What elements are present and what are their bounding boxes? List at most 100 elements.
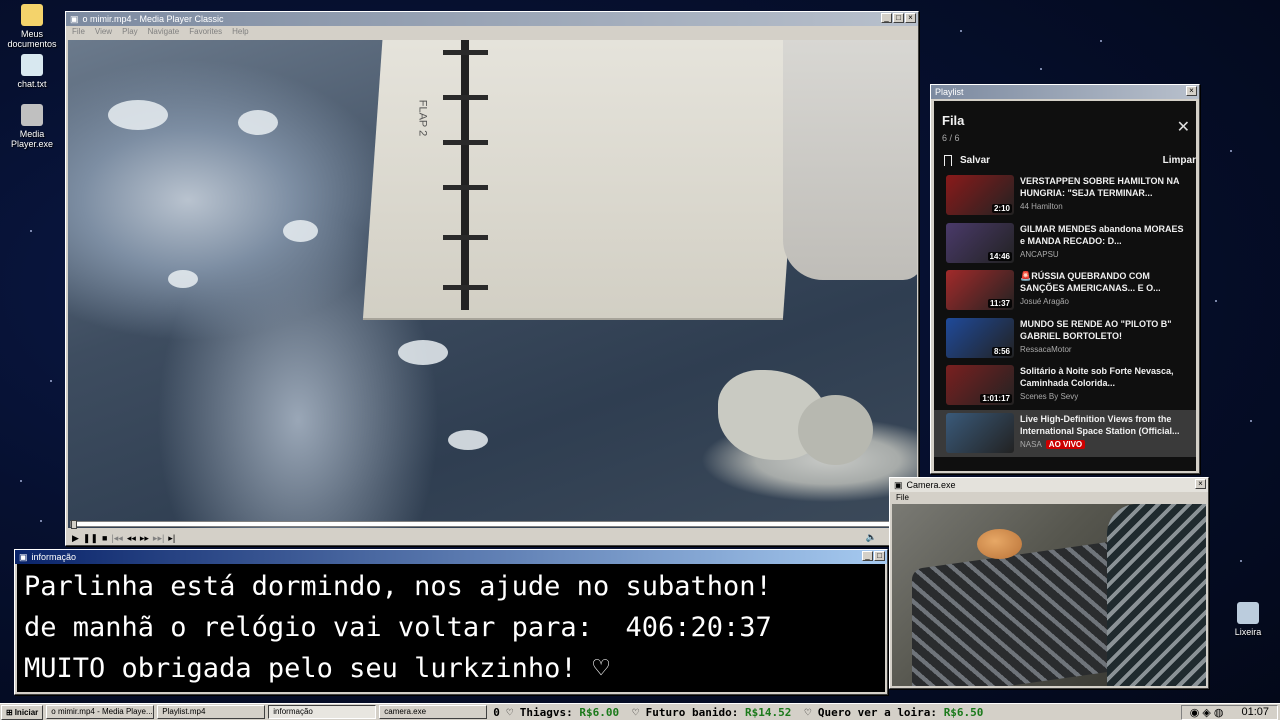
camera-titlebar[interactable]: ▣ Camera.exe × xyxy=(890,478,1208,492)
info-line: Parlinha está dormindo, nos ajude no sub… xyxy=(24,571,772,602)
video-title[interactable]: Solitário à Noite sob Forte Nevasca, Cam… xyxy=(1020,365,1188,389)
pause-icon[interactable]: ❚❚ xyxy=(83,533,98,544)
ticker-amount: R$6.00 xyxy=(579,705,620,719)
channel-name[interactable]: 44 Hamilton xyxy=(1020,202,1063,211)
desktop-icon-recycle-bin[interactable]: Lixeira xyxy=(1216,602,1280,637)
menu-play[interactable]: Play xyxy=(122,27,138,37)
folder-icon xyxy=(21,4,43,26)
menu-favorites[interactable]: Favorites xyxy=(189,27,222,37)
seek-bar[interactable] xyxy=(70,520,915,529)
channel-name[interactable]: NASA xyxy=(1020,440,1042,449)
queue-item[interactable]: 8:56 MUNDO SE RENDE AO "PILOTO B" GABRIEL… xyxy=(934,315,1196,363)
ticker-donor: Thiagvs: xyxy=(519,705,573,719)
video-thumbnail[interactable]: 11:37 xyxy=(946,270,1014,310)
menu-navigate[interactable]: Navigate xyxy=(148,27,180,37)
desktop-icon-media-player[interactable]: Media Player.exe xyxy=(0,104,64,149)
media-player-window: ▣ o mimir.mp4 - Media Player Classic _ □… xyxy=(65,11,919,546)
close-button[interactable]: × xyxy=(1186,86,1197,96)
video-thumbnail[interactable]: 1:01:17 xyxy=(946,365,1014,405)
info-titlebar[interactable]: ▣ informação _ □ xyxy=(15,550,887,564)
menu-file[interactable]: File xyxy=(72,27,85,37)
stop-icon[interactable]: ■ xyxy=(102,533,107,543)
rewind-icon[interactable]: ◂◂ xyxy=(127,533,136,544)
duration-badge: 11:37 xyxy=(987,299,1012,308)
info-message: Parlinha está dormindo, nos ajude no sub… xyxy=(17,564,885,692)
queue-item[interactable]: 14:46 GILMAR MENDES abandona MORAES e MAN… xyxy=(934,220,1196,268)
queue-item[interactable]: 2:10 VERSTAPPEN SOBRE HAMILTON NA HUNGRIA… xyxy=(934,172,1196,220)
playlist-window: Playlist × Fila 6 / 6 ✕ Salvar Limpar 2:… xyxy=(930,84,1200,474)
info-window: ▣ informação _ □ Parlinha está dormindo,… xyxy=(14,549,888,695)
video-title[interactable]: GILMAR MENDES abandona MORAES e MANDA RE… xyxy=(1020,223,1188,247)
queue-item[interactable]: 1:01:17 Solitário à Noite sob Forte Nevas… xyxy=(934,362,1196,410)
flap-label: FLAP 2 xyxy=(416,99,429,137)
queue-count: 6 / 6 xyxy=(942,133,960,143)
desktop-icon-documents[interactable]: Meus documentos xyxy=(0,4,64,49)
queue-list: 2:10 VERSTAPPEN SOBRE HAMILTON NA HUNGRIA… xyxy=(934,172,1196,457)
clear-button[interactable]: Limpar xyxy=(1163,155,1196,166)
video-title[interactable]: Live High-Definition Views from the Inte… xyxy=(1020,413,1188,437)
maximize-button[interactable]: □ xyxy=(874,551,885,561)
task-info[interactable]: informação xyxy=(268,705,377,719)
close-button[interactable]: × xyxy=(1195,479,1206,489)
minimize-button[interactable]: _ xyxy=(881,13,892,23)
system-tray: ◉ ◈ ◍ 01:07 xyxy=(1180,704,1278,720)
video-thumbnail[interactable]: 2:10 xyxy=(946,175,1014,215)
frame-step-icon[interactable]: ▸| xyxy=(168,533,175,544)
skip-back-icon[interactable]: |◂◂ xyxy=(111,533,122,544)
start-label: Iniciar xyxy=(14,707,39,717)
play-icon[interactable]: ▶ xyxy=(72,533,79,544)
volume-icon[interactable]: 🔈 xyxy=(866,532,877,543)
ticker-heart: 0 ♡ xyxy=(493,705,514,719)
camera-app-icon: ▣ xyxy=(894,479,903,490)
desktop-icon-chat[interactable]: chat.txt xyxy=(0,54,64,89)
duration-badge: 8:56 xyxy=(991,346,1012,356)
cat xyxy=(977,529,1022,559)
text-file-icon xyxy=(21,54,43,76)
desktop-icon-label: Media Player.exe xyxy=(10,129,54,149)
bookmark-icon xyxy=(944,155,952,166)
close-button[interactable]: × xyxy=(905,13,916,23)
window-title: Camera.exe xyxy=(906,480,956,490)
playlist-titlebar[interactable]: Playlist × xyxy=(931,85,1199,99)
seek-thumb[interactable] xyxy=(71,520,77,529)
start-button[interactable]: ⊞ Iniciar xyxy=(1,704,44,720)
minimize-button[interactable]: _ xyxy=(862,551,873,561)
task-playlist[interactable]: Playlist.mp4 xyxy=(157,705,266,719)
fast-forward-icon[interactable]: ▸▸ xyxy=(140,533,149,544)
save-button[interactable]: Salvar xyxy=(944,155,990,166)
queue-item[interactable]: Live High-Definition Views from the Inte… xyxy=(934,409,1196,457)
media-player-titlebar[interactable]: ▣ o mimir.mp4 - Media Player Classic _ □… xyxy=(66,12,918,26)
window-title: informação xyxy=(31,552,77,562)
task-camera[interactable]: camera.exe xyxy=(379,705,488,719)
donation-ticker: 0 ♡ Thiagvs: R$6.00 ♡ Futuro banido: R$1… xyxy=(493,706,1180,719)
live-badge: AO VIVO xyxy=(1045,439,1086,449)
close-queue-icon[interactable]: ✕ xyxy=(1177,117,1190,137)
menu-view[interactable]: View xyxy=(95,27,112,37)
clock: 01:07 xyxy=(1241,706,1269,718)
task-media-player[interactable]: o mimir.mp4 - Media Playe... xyxy=(46,705,155,719)
menu-help[interactable]: Help xyxy=(232,27,248,37)
channel-name[interactable]: RessacaMotor xyxy=(1020,345,1072,354)
video-thumbnail[interactable] xyxy=(946,412,1014,453)
window-title: Playlist xyxy=(935,87,964,97)
video-thumbnail[interactable]: 8:56 xyxy=(946,317,1014,358)
camera-window: ▣ Camera.exe × File xyxy=(889,477,1209,689)
video-title[interactable]: VERSTAPPEN SOBRE HAMILTON NA HUNGRIA: "S… xyxy=(1020,175,1188,199)
channel-name[interactable]: Scenes By Sevy xyxy=(1020,392,1078,401)
app-icon: ▣ xyxy=(19,551,28,562)
video-area[interactable]: FLAP 2 xyxy=(68,40,917,528)
skip-forward-icon[interactable]: ▸▸| xyxy=(153,533,164,544)
spacecraft-module xyxy=(362,40,804,320)
video-title[interactable]: MUNDO SE RENDE AO "PILOTO B" GABRIEL BOR… xyxy=(1020,318,1188,342)
windows-logo-icon: ⊞ xyxy=(6,707,13,717)
channel-name[interactable]: Josué Aragão xyxy=(1020,297,1069,306)
app-icon: ▣ xyxy=(70,13,79,24)
menu-file[interactable]: File xyxy=(896,493,909,503)
video-thumbnail[interactable]: 14:46 xyxy=(946,222,1014,263)
maximize-button[interactable]: □ xyxy=(893,13,904,23)
tray-icons[interactable]: ◉ ◈ ◍ xyxy=(1190,706,1224,719)
media-player-icon xyxy=(21,104,43,126)
queue-item[interactable]: 11:37 🚨RÚSSIA QUEBRANDO COM SANÇÕES AMERI… xyxy=(934,267,1196,315)
channel-name[interactable]: ANCAPSU xyxy=(1020,250,1059,259)
video-title[interactable]: 🚨RÚSSIA QUEBRANDO COM SANÇÕES AMERICANAS… xyxy=(1020,270,1188,294)
